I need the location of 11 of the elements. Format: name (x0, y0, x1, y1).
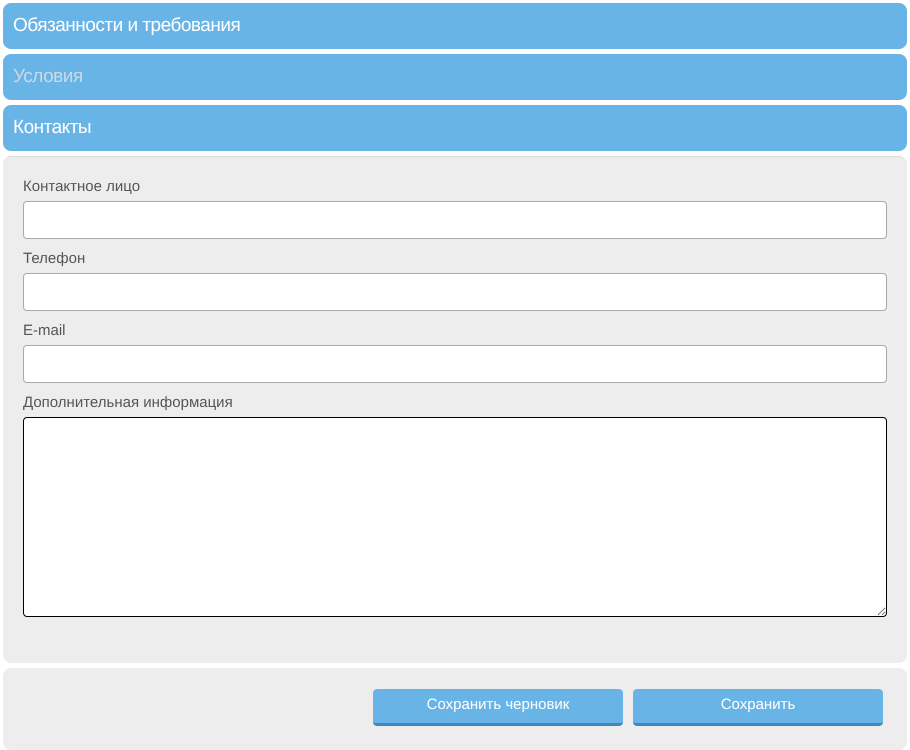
input-field[interactable] (23, 273, 887, 311)
input-field[interactable] (23, 345, 887, 383)
input-field[interactable] (23, 201, 887, 239)
field-label: E-mail (23, 321, 67, 341)
save-button[interactable]: Сохранить (633, 688, 883, 726)
field-label: Дополнительная информация (23, 393, 234, 413)
field-label: Телефон (23, 249, 86, 269)
accordion-header[interactable]: Контакты (3, 105, 907, 151)
save-draft-button[interactable]: Сохранить черновик (373, 688, 623, 726)
field-label: Контактное лицо (23, 177, 142, 197)
accordion-header[interactable]: Обязанности и требования (3, 3, 907, 49)
